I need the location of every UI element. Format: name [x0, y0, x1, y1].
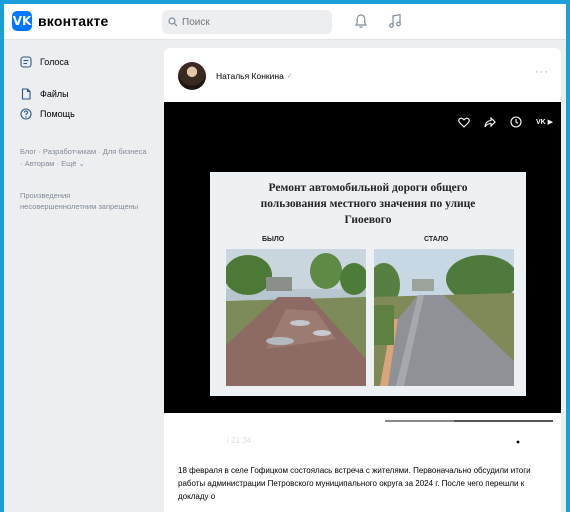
sidebar-item-help[interactable]: Помощь — [4, 104, 156, 124]
bell-icon[interactable] — [354, 13, 368, 29]
sidebar-item-label: Голоса — [40, 57, 69, 67]
volume-icon[interactable] — [420, 436, 434, 448]
search-icon — [168, 17, 178, 27]
sidebar-note: Произведения несовершеннолетним запрещен… — [20, 191, 139, 211]
before-label: БЫЛО — [262, 236, 285, 243]
video-player[interactable]: VK ▶ Ремонт автомобильной дороги общего … — [164, 102, 561, 448]
file-icon — [21, 88, 31, 100]
app-window: VK вконтакте Голос — [4, 4, 566, 512]
sidebar-item-files[interactable]: Файлы — [4, 84, 156, 104]
video-top-actions: VK ▶ — [458, 116, 553, 128]
video-frame-slide: Ремонт автомобильной дороги общего польз… — [210, 172, 526, 396]
sidebar-item-label: Файлы — [40, 89, 69, 99]
video-duration: / 21:34 — [226, 436, 252, 445]
miniplayer-icon[interactable] — [488, 436, 500, 448]
fullscreen-icon[interactable] — [536, 436, 548, 448]
search-input[interactable] — [182, 16, 322, 28]
heart-icon[interactable] — [458, 117, 470, 128]
after-label: СТАЛО — [424, 236, 449, 243]
video-progress-fill — [172, 420, 386, 422]
video-progress-bar[interactable] — [172, 420, 553, 422]
post-card: Наталья Конкина ✓ ··· VK ▶ Ремонт автомо… — [164, 48, 561, 512]
after-road-image — [374, 249, 514, 386]
vk-video-icon[interactable]: VK ▶ — [536, 118, 553, 126]
search-box[interactable] — [162, 10, 332, 34]
settings-gear-icon[interactable] — [512, 436, 524, 448]
share-icon[interactable] — [484, 116, 496, 128]
after-photo — [374, 249, 514, 386]
video-time: 12:00 / 21:34 — [204, 436, 251, 445]
vk-logo-text: вконтакте — [38, 13, 109, 29]
author-name[interactable]: Наталья Конкина — [216, 71, 284, 81]
current-time: 12:00 — [204, 436, 225, 445]
music-icon[interactable] — [388, 13, 402, 29]
volume-slider[interactable] — [440, 443, 476, 445]
post-author[interactable]: Наталья Конкина ✓ — [178, 62, 293, 90]
play-icon[interactable] — [178, 436, 188, 448]
before-road-image — [226, 249, 366, 386]
avatar[interactable] — [178, 62, 206, 90]
vk-logo-icon: VK — [12, 11, 32, 31]
video-buffer-bar — [385, 420, 454, 422]
poll-icon — [20, 56, 32, 68]
slide-title: Ремонт автомобильной дороги общего польз… — [260, 182, 476, 226]
sidebar-item-label: Помощь — [40, 109, 75, 119]
footer-links[interactable]: Блог · Разработчикам · Для бизнеса · Авт… — [4, 146, 156, 170]
more-options-icon[interactable]: ··· — [535, 66, 549, 78]
post-text: 18 февраля в селе Гофицком состоялась вс… — [178, 466, 531, 501]
clock-icon[interactable] — [510, 116, 522, 128]
before-photo — [226, 249, 366, 386]
left-sidebar: Голоса Файлы Помощь Блог · Разработчикам… — [4, 40, 156, 512]
video-controls: 12:00 / 21:34 — [164, 428, 561, 456]
sidebar-item-polls[interactable]: Голоса — [4, 52, 156, 72]
verified-icon: ✓ — [286, 73, 293, 80]
help-icon — [20, 108, 32, 120]
top-header: VK вконтакте — [4, 4, 566, 40]
vk-logo[interactable]: VK вконтакте — [12, 11, 109, 31]
